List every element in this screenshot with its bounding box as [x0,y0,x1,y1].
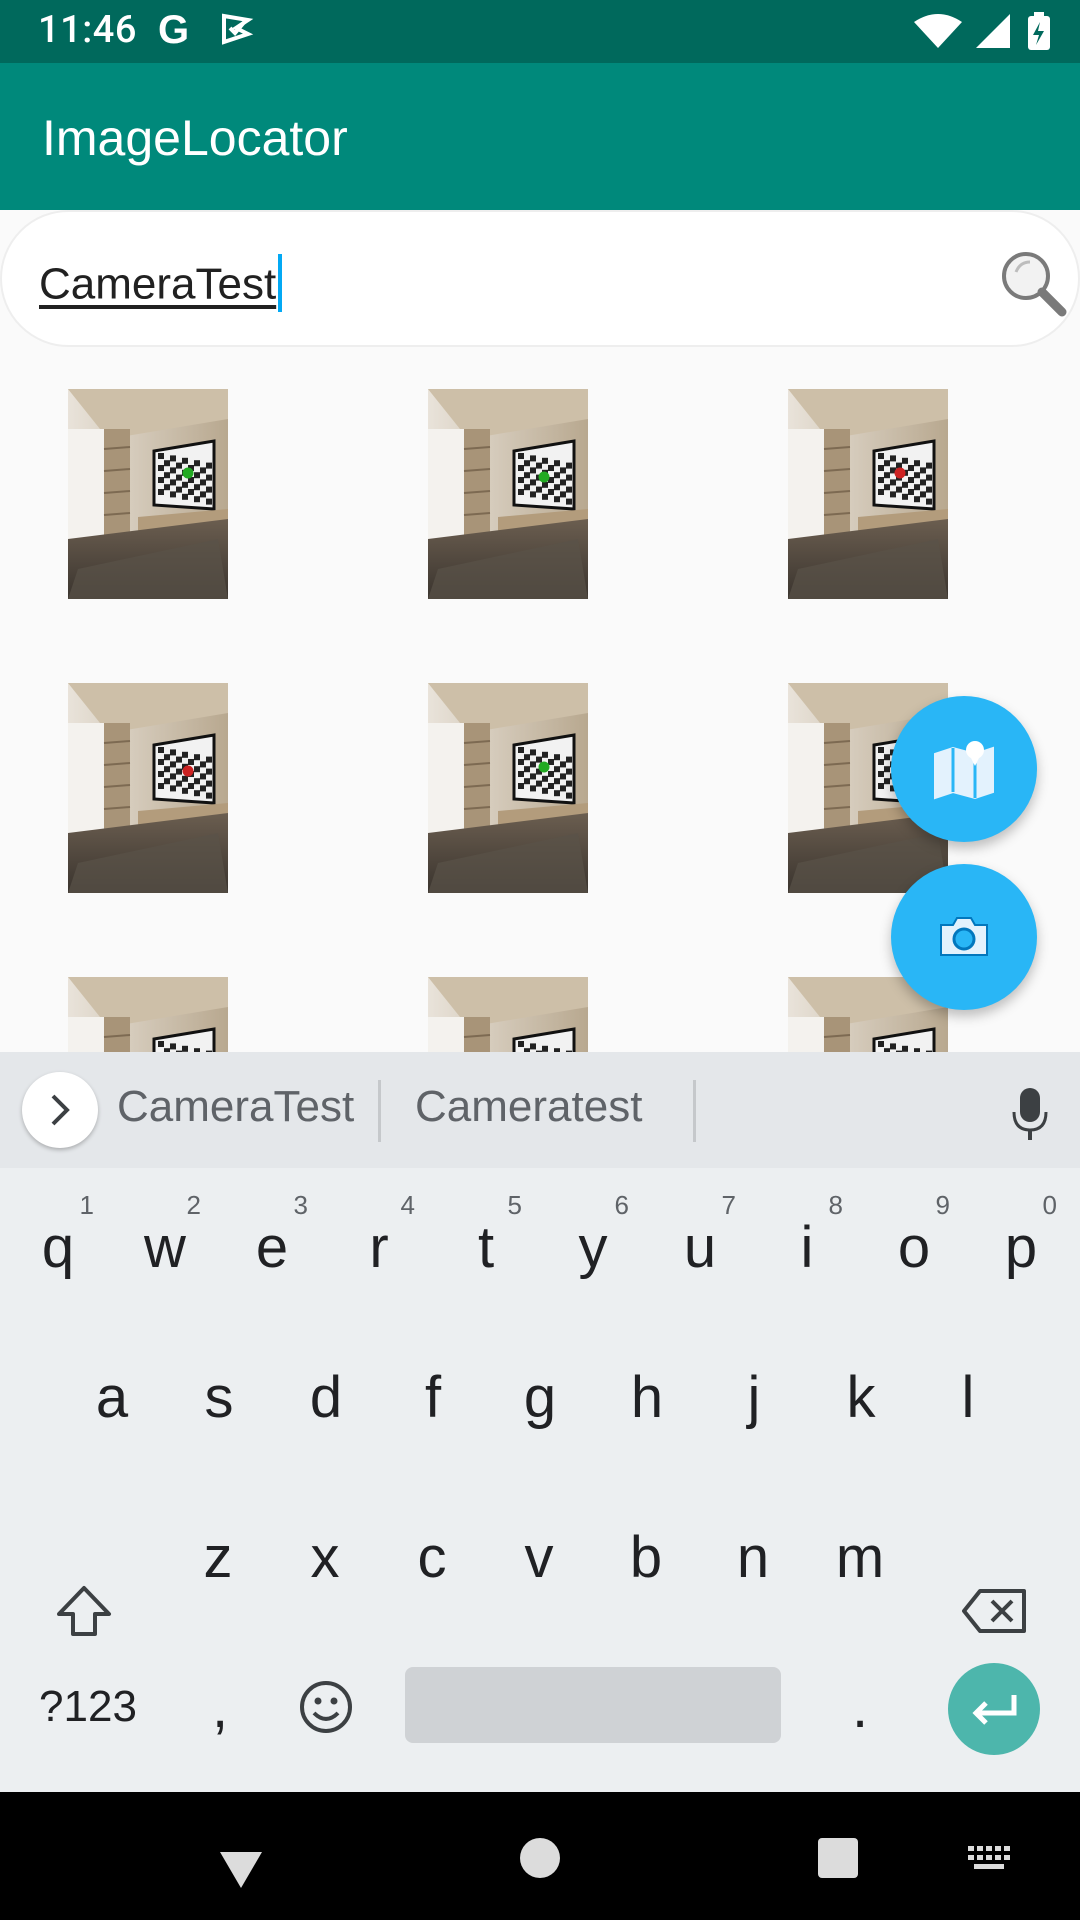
key-number-hint: 4 [400,1190,415,1220]
key-m[interactable]: m [810,1502,910,1612]
key-y[interactable]: y6 [543,1190,643,1302]
key-l[interactable]: l [918,1342,1018,1452]
status-bar: 11:46 G [0,0,1080,63]
signal-icon [976,14,1010,48]
status-indicators [914,12,1050,50]
key-label: w [144,1214,186,1280]
key-i[interactable]: i8 [757,1190,857,1302]
soft-keyboard: CameraTest Cameratest q1w2e3r4t5y6u7i8o9… [0,1052,1080,1792]
key-label: t [477,1214,495,1280]
back-nav-icon[interactable] [218,1850,264,1890]
suggestion-divider [378,1080,381,1142]
key-number-hint: 9 [935,1190,950,1220]
key-s[interactable]: s [169,1342,269,1452]
key-q[interactable]: q1 [8,1190,108,1302]
emoji-key[interactable] [276,1652,376,1762]
backspace-icon [962,1589,1026,1633]
key-k[interactable]: k [811,1342,911,1452]
shift-key[interactable] [38,1556,130,1666]
image-thumbnail[interactable] [68,389,228,599]
shift-icon [57,1586,111,1636]
expand-suggestions-button[interactable] [22,1072,98,1148]
camera-icon [940,917,988,956]
key-t[interactable]: t5 [436,1190,536,1302]
backspace-key[interactable] [944,1556,1044,1666]
key-number-hint: 1 [79,1190,94,1220]
chevron-right-icon [51,1094,70,1126]
key-o[interactable]: o9 [864,1190,964,1302]
key-label: e [255,1214,289,1280]
image-thumbnail[interactable] [428,683,588,893]
image-thumbnail[interactable] [68,977,228,1052]
key-number-hint: 6 [614,1190,629,1220]
key-z[interactable]: z [168,1502,268,1612]
map-icon [934,741,994,800]
suggestion-strip: CameraTest Cameratest [0,1052,1080,1168]
key-label: r [369,1214,389,1280]
period-key[interactable]: . [810,1652,910,1762]
suggestion-1[interactable]: CameraTest [117,1082,354,1132]
space-key[interactable] [405,1667,781,1743]
key-b[interactable]: b [596,1502,696,1612]
key-number-hint: 0 [1042,1190,1057,1220]
key-number-hint: 2 [186,1190,201,1220]
key-g[interactable]: g [490,1342,590,1452]
comma-key[interactable]: , [170,1652,270,1762]
image-thumbnail[interactable] [68,683,228,893]
key-label: o [897,1214,931,1280]
key-label: i [800,1214,814,1280]
text-cursor [278,254,283,312]
enter-icon [972,1695,1017,1725]
emoji-icon [300,1681,352,1733]
key-d[interactable]: d [276,1342,376,1452]
key-p[interactable]: p0 [971,1190,1071,1302]
key-v[interactable]: v [489,1502,589,1612]
task-check-icon [222,13,254,45]
suggestion-2[interactable]: Cameratest [415,1082,642,1132]
key-label: q [41,1214,75,1280]
google-icon: G [158,8,190,52]
app-bar: ImageLocator [0,63,1080,210]
key-label: p [1004,1214,1038,1280]
symbols-key[interactable]: ?123 [28,1652,148,1762]
search-input[interactable]: CameraTest [39,254,283,316]
key-number-hint: 5 [507,1190,522,1220]
key-f[interactable]: f [383,1342,483,1452]
key-e[interactable]: e3 [222,1190,322,1302]
key-u[interactable]: u7 [650,1190,750,1302]
home-nav-icon[interactable] [520,1838,560,1878]
key-a[interactable]: a [62,1342,162,1452]
key-j[interactable]: j [704,1342,804,1452]
key-label: u [683,1214,717,1280]
image-thumbnail[interactable] [428,977,588,1052]
key-r[interactable]: r4 [329,1190,429,1302]
microphone-icon[interactable] [1010,1086,1050,1142]
key-number-hint: 3 [293,1190,308,1220]
keyboard-switch-icon[interactable] [968,1846,1012,1874]
key-label: y [578,1214,608,1280]
key-w[interactable]: w2 [115,1190,215,1302]
app-title: ImageLocator [42,110,348,166]
enter-key[interactable] [948,1663,1040,1755]
recents-nav-icon[interactable] [818,1838,858,1878]
key-h[interactable]: h [597,1342,697,1452]
key-c[interactable]: c [382,1502,482,1612]
image-thumbnail[interactable] [428,389,588,599]
status-time: 11:46 [38,8,137,52]
key-x[interactable]: x [275,1502,375,1612]
key-n[interactable]: n [703,1502,803,1612]
suggestion-divider [693,1080,696,1142]
search-icon[interactable] [998,248,1068,318]
camera-fab-button[interactable] [891,864,1037,1010]
map-fab-button[interactable] [891,696,1037,842]
image-thumbnail[interactable] [788,389,948,599]
screen: 11:46 G ImageLocator CameraTest CameraTe… [0,0,1080,1920]
search-input-value: CameraTest [39,259,277,309]
wifi-icon [914,14,962,48]
search-bar[interactable]: CameraTest [0,210,1080,347]
key-number-hint: 8 [828,1190,843,1220]
key-number-hint: 7 [721,1190,736,1220]
